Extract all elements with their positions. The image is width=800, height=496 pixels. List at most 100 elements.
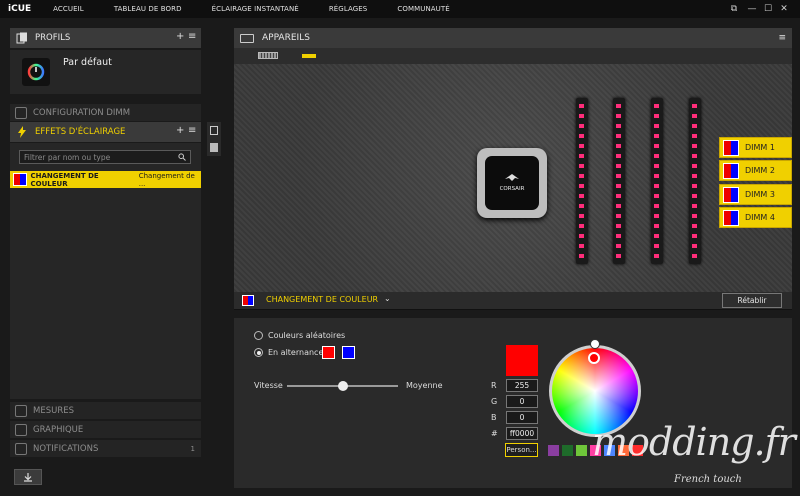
- dimm-config-section[interactable]: CONFIGURATION DIMM: [10, 104, 201, 122]
- color-wheel-handle[interactable]: [588, 352, 600, 364]
- add-profile-button[interactable]: +: [176, 31, 184, 42]
- measures-section[interactable]: MESURES: [10, 402, 201, 420]
- close-icon[interactable]: ✕: [776, 0, 792, 18]
- speed-slider[interactable]: [287, 381, 398, 391]
- ram-led: [692, 184, 697, 188]
- ram-led: [654, 244, 659, 248]
- ram-stick-3[interactable]: [651, 98, 663, 264]
- hex-label: #: [491, 429, 498, 438]
- dimm-1-button[interactable]: DIMM 1: [719, 137, 792, 158]
- chevron-down-icon[interactable]: ⌄: [384, 294, 391, 303]
- effects-header: EFFETS D'ÉCLAIRAGE + ≡: [10, 122, 201, 142]
- download-icon: [24, 473, 32, 482]
- dimm-3-button[interactable]: DIMM 3: [719, 184, 792, 205]
- hex-input[interactable]: ff0000: [506, 427, 538, 440]
- dimm-1-label: DIMM 1: [745, 143, 775, 152]
- devices-title: APPAREILS: [262, 33, 310, 43]
- nav-communaute[interactable]: COMMUNAUTÉ: [397, 5, 449, 13]
- ram-led: [692, 244, 697, 248]
- palette-swatch-1[interactable]: [548, 445, 559, 456]
- profiles-menu-button[interactable]: ≡: [188, 31, 196, 42]
- watermark-tagline: French touch: [674, 474, 742, 485]
- ram-led: [616, 224, 621, 228]
- effect-bar: CHANGEMENT DE COULEUR ⌄ Rétablir: [234, 292, 792, 310]
- ram-led: [616, 184, 621, 188]
- export-button[interactable]: [14, 469, 42, 485]
- ram-led: [579, 164, 584, 168]
- ram-led: [654, 204, 659, 208]
- ram-led: [616, 114, 621, 118]
- copy-icon[interactable]: [210, 126, 218, 135]
- b-label: B: [491, 413, 497, 422]
- effect-list-item[interactable]: CHANGEMENT DE COULEUR Changement de ...: [10, 171, 201, 188]
- ram-led: [654, 214, 659, 218]
- ram-led: [579, 144, 584, 148]
- ram-led: [616, 254, 621, 258]
- ram-led: [654, 114, 659, 118]
- palette-swatch-2[interactable]: [562, 445, 573, 456]
- lightning-icon: [15, 125, 29, 139]
- maximize-icon[interactable]: ☐: [760, 0, 776, 18]
- profile-item[interactable]: Par défaut: [10, 50, 201, 94]
- effect-type: CHANGEMENT DE COULEUR: [30, 171, 99, 188]
- restore-window-icon[interactable]: ⧉: [726, 0, 742, 18]
- minimize-icon[interactable]: —: [744, 0, 760, 18]
- alternating-label: En alternance: [268, 348, 324, 357]
- ram-stick-1[interactable]: [576, 98, 588, 264]
- keyboard-device-tab[interactable]: [258, 52, 278, 59]
- reset-button[interactable]: Rétablir: [722, 293, 782, 308]
- ram-led: [654, 104, 659, 108]
- device-tabs: [234, 48, 792, 64]
- add-effect-button[interactable]: +: [176, 125, 184, 136]
- effects-menu-button[interactable]: ≡: [188, 125, 196, 136]
- svg-text:CORSAIR: CORSAIR: [500, 186, 525, 192]
- alt-color-1-swatch[interactable]: [322, 346, 335, 359]
- ram-led: [616, 164, 621, 168]
- devices-menu-icon[interactable]: ≡: [778, 33, 786, 43]
- ram-led: [692, 214, 697, 218]
- g-input[interactable]: 0: [506, 395, 538, 408]
- nav-reglages[interactable]: RÉGLAGES: [329, 5, 368, 13]
- nav-tableau-de-bord[interactable]: TABLEAU DE BORD: [114, 5, 182, 13]
- trash-icon[interactable]: [210, 143, 218, 152]
- dimm-2-button[interactable]: DIMM 2: [719, 160, 792, 181]
- ram-led: [616, 234, 621, 238]
- custom-label: Person...: [506, 446, 537, 454]
- ram-led: [579, 194, 584, 198]
- notifications-section[interactable]: NOTIFICATIONS 1: [10, 440, 201, 458]
- ram-stick-4[interactable]: [689, 98, 701, 264]
- dimm-4-button[interactable]: DIMM 4: [719, 207, 792, 228]
- filter-input[interactable]: Filtrer par nom ou type: [19, 150, 191, 164]
- ram-led: [616, 104, 621, 108]
- random-colors-radio[interactable]: [254, 331, 263, 340]
- ram-stick-2[interactable]: [613, 98, 625, 264]
- alternating-radio[interactable]: [254, 348, 263, 357]
- ram-led: [579, 134, 584, 138]
- custom-button[interactable]: Person...: [505, 443, 538, 457]
- brightness-handle[interactable]: [590, 339, 600, 349]
- ram-led: [579, 244, 584, 248]
- ram-device-tab[interactable]: [302, 54, 316, 58]
- nav-accueil[interactable]: ACCUEIL: [53, 5, 84, 13]
- ram-led: [692, 154, 697, 158]
- effects-list: Filtrer par nom ou type CHANGEMENT DE CO…: [10, 143, 201, 399]
- ram-led: [692, 204, 697, 208]
- dimm-4-label: DIMM 4: [745, 213, 775, 222]
- cooler-pump[interactable]: CORSAIR: [477, 148, 547, 218]
- effect-select[interactable]: CHANGEMENT DE COULEUR: [266, 295, 378, 304]
- palette-swatch-3[interactable]: [576, 445, 587, 456]
- speed-slider-handle[interactable]: [337, 381, 348, 391]
- b-input[interactable]: 0: [506, 411, 538, 424]
- search-icon: [178, 153, 186, 164]
- ram-led: [654, 174, 659, 178]
- graph-section[interactable]: GRAPHIQUE: [10, 421, 201, 439]
- speed-label: Vitesse: [254, 381, 283, 390]
- ram-led: [654, 164, 659, 168]
- r-input[interactable]: 255: [506, 379, 538, 392]
- ram-led: [579, 124, 584, 128]
- nav-eclairage-instantane[interactable]: ÉCLAIRAGE INSTANTANÉ: [212, 5, 299, 13]
- alt-color-2-swatch[interactable]: [342, 346, 355, 359]
- ram-led: [692, 224, 697, 228]
- dimm-4-swatch: [723, 209, 739, 226]
- selected-color-preview: [506, 345, 538, 376]
